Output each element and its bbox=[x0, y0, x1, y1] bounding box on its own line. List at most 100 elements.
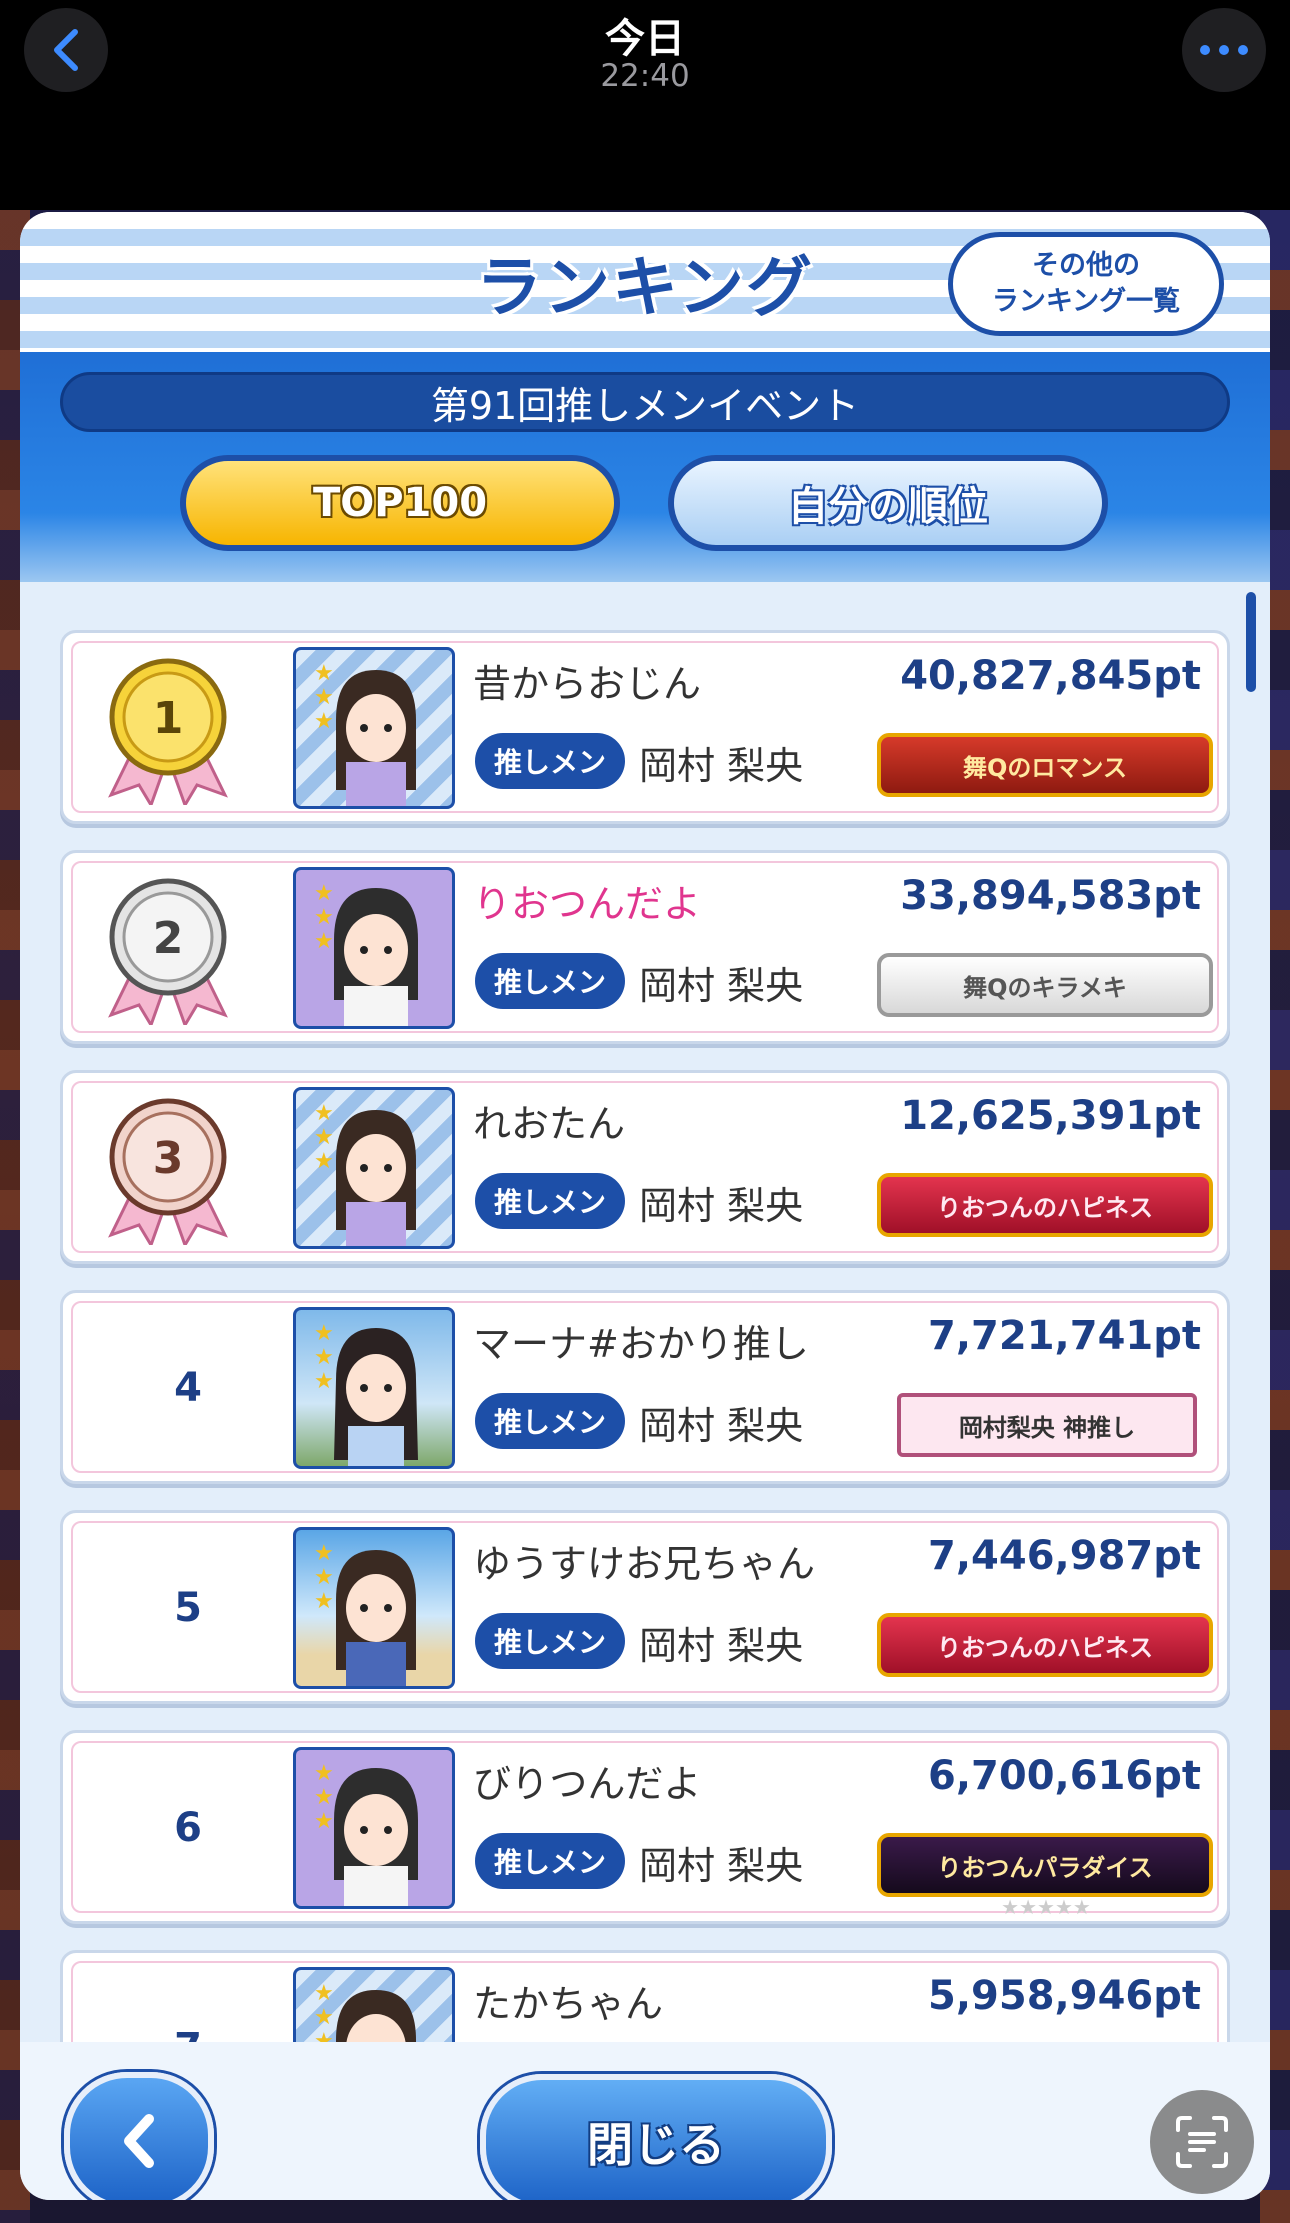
character-portrait-icon: ★★★ bbox=[314, 1101, 416, 1246]
oshimen-name: 岡村 梨央 bbox=[639, 1844, 804, 1888]
character-portrait-icon: ★★★ bbox=[314, 1761, 418, 1906]
points: 12,625,391pt bbox=[900, 1093, 1201, 1139]
svg-text:★: ★ bbox=[314, 929, 334, 954]
bronze-medal-icon: 3 bbox=[108, 1098, 228, 1245]
title-badge: りおつんのハピネス bbox=[877, 1173, 1213, 1237]
svg-text:★: ★ bbox=[314, 1589, 334, 1614]
back-button[interactable] bbox=[64, 2072, 214, 2200]
points: 33,894,583pt bbox=[900, 873, 1201, 919]
viewer-time: 22:40 bbox=[600, 58, 690, 94]
svg-text:1: 1 bbox=[153, 693, 184, 744]
svg-text:★: ★ bbox=[314, 1369, 334, 1394]
oshimen-name: 岡村 梨央 bbox=[639, 744, 804, 788]
avatar: ★ ★ ★ bbox=[293, 1087, 455, 1249]
oshimen-badge: 推しメン bbox=[475, 733, 625, 789]
ranking-row[interactable]: 3 ★ ★ ★ れおたん 12,625,391pt 推しメン 岡村 梨央 りおつんの… bbox=[60, 1070, 1230, 1264]
ranking-row[interactable]: 1 ★ ★ ★ 昔からおじん 40,827,845pt 推しメン 岡村 梨央 舞Qの… bbox=[60, 630, 1230, 824]
svg-text:★: ★ bbox=[314, 1565, 334, 1590]
list-scrollbar[interactable] bbox=[1246, 592, 1256, 692]
ranking-row[interactable]: 7 ★★★ たかちゃん 5,958,946pt bbox=[60, 1950, 1230, 2042]
avatar: ★ ★ ★ bbox=[293, 867, 455, 1029]
user-name: 昔からおじん bbox=[473, 662, 702, 706]
avatar: ★ ★ ★ bbox=[293, 647, 455, 809]
svg-text:★: ★ bbox=[314, 905, 334, 930]
rank-number: 5 bbox=[174, 1585, 202, 1631]
ranking-row[interactable]: 4 ★ ★ ★ マーナ#おかり推し 7,721,741pt 推しメン 岡村 梨央 岡… bbox=[60, 1290, 1230, 1484]
svg-text:★: ★ bbox=[314, 881, 334, 906]
oshimen-badge: 推しメン bbox=[475, 953, 625, 1009]
character-portrait-icon: ★★★ bbox=[314, 661, 416, 806]
svg-text:★: ★ bbox=[314, 1321, 334, 1346]
panel-header: ランキング その他の ランキング一覧 bbox=[20, 212, 1270, 352]
avatar: ★ ★ ★ bbox=[293, 1747, 455, 1909]
points: 7,721,741pt bbox=[928, 1313, 1201, 1359]
chevron-left-icon bbox=[124, 2114, 154, 2168]
svg-text:★: ★ bbox=[314, 1809, 334, 1834]
rank-number: 7 bbox=[103, 1953, 273, 2042]
other-rankings-line2: ランキング一覧 bbox=[991, 286, 1181, 317]
ranking-list[interactable]: 1 ★ ★ ★ 昔からおじん 40,827,845pt 推しメン 岡村 梨央 舞Qの… bbox=[20, 582, 1270, 2042]
avatar: ★ ★ ★ bbox=[293, 1967, 455, 2042]
text-scan-icon bbox=[1176, 2116, 1228, 2168]
character-portrait-icon: ★★★ bbox=[314, 1541, 416, 1686]
title-badge: 舞Qのキラメキ bbox=[877, 953, 1213, 1017]
svg-text:★: ★ bbox=[314, 1761, 334, 1786]
points: 7,446,987pt bbox=[928, 1533, 1201, 1579]
other-rankings-line1: その他の bbox=[1032, 250, 1140, 281]
ranking-row[interactable]: 6 ★ ★ ★ びりつんだよ 6,700,616pt 推しメン 岡村 梨央 りおつん… bbox=[60, 1730, 1230, 1924]
user-name: りおつんだよ bbox=[473, 882, 702, 926]
title-badge: りおつんのハピネス bbox=[877, 1613, 1213, 1677]
svg-text:★: ★ bbox=[314, 709, 334, 734]
ranking-row[interactable]: 5 ★ ★ ★ ゆうすけお兄ちゃん 7,446,987pt 推しメン 岡村 梨央 り… bbox=[60, 1510, 1230, 1704]
oshimen-badge: 推しメン bbox=[475, 1833, 625, 1889]
oshimen-badge: 推しメン bbox=[475, 1393, 625, 1449]
oshimen-badge: 推しメン bbox=[475, 1613, 625, 1669]
svg-text:★: ★ bbox=[314, 661, 334, 686]
oshimen-name: 岡村 梨央 bbox=[639, 1184, 804, 1228]
silver-medal-icon: 2 bbox=[108, 878, 228, 1025]
points: 40,827,845pt bbox=[900, 653, 1201, 699]
rank-number: 6 bbox=[174, 1805, 202, 1851]
svg-text:★: ★ bbox=[314, 1149, 334, 1174]
avatar: ★ ★ ★ bbox=[293, 1527, 455, 1689]
svg-text:★: ★ bbox=[314, 1101, 334, 1126]
oshimen-name: 岡村 梨央 bbox=[639, 964, 804, 1008]
user-name: れおたん bbox=[473, 1102, 626, 1146]
gold-medal-icon: 1 bbox=[108, 658, 228, 805]
svg-text:★: ★ bbox=[314, 685, 334, 710]
title-badge: 舞Qのロマンス bbox=[877, 733, 1213, 797]
viewer-topbar: 今日 22:40 bbox=[0, 0, 1290, 210]
character-portrait-icon: ★★★ bbox=[314, 1981, 416, 2042]
live-text-button[interactable] bbox=[1150, 2090, 1254, 2194]
close-button[interactable]: 閉じる bbox=[480, 2074, 832, 2200]
title-badge: 岡村梨央 神推し bbox=[897, 1393, 1197, 1457]
user-name: ゆうすけお兄ちゃん bbox=[473, 1542, 816, 1586]
character-portrait-icon: ★★★ bbox=[314, 1321, 418, 1466]
ranking-panel: ランキング その他の ランキング一覧 第91回推しメンイベント TOP100 自… bbox=[20, 212, 1270, 2200]
svg-text:★: ★ bbox=[314, 2029, 334, 2042]
svg-text:★: ★ bbox=[314, 1541, 334, 1566]
tab-top100[interactable]: TOP100 bbox=[180, 455, 620, 551]
tab-my-rank[interactable]: 自分の順位 bbox=[668, 455, 1108, 551]
svg-text:★: ★ bbox=[314, 1345, 334, 1370]
more-dots-icon bbox=[1200, 45, 1248, 55]
user-name: たかちゃん bbox=[473, 1982, 664, 2026]
title-stars-icon: ★★★★★ bbox=[1001, 1895, 1091, 1919]
points: 5,958,946pt bbox=[928, 1973, 1201, 2019]
svg-text:★: ★ bbox=[314, 1125, 334, 1150]
svg-text:2: 2 bbox=[153, 913, 184, 964]
viewer-title: 今日 bbox=[605, 16, 685, 62]
svg-text:3: 3 bbox=[153, 1133, 184, 1184]
oshimen-name: 岡村 梨央 bbox=[639, 1404, 804, 1448]
user-name: マーナ#おかり推し bbox=[473, 1322, 809, 1366]
svg-text:★: ★ bbox=[314, 1785, 334, 1810]
other-rankings-button[interactable]: その他の ランキング一覧 bbox=[948, 232, 1224, 336]
event-name-bar: 第91回推しメンイベント bbox=[60, 372, 1230, 432]
oshimen-name: 岡村 梨央 bbox=[639, 1624, 804, 1668]
avatar: ★ ★ ★ bbox=[293, 1307, 455, 1469]
character-portrait-icon: ★★★ bbox=[314, 881, 418, 1026]
title-badge: りおつんパラダイス bbox=[877, 1833, 1213, 1897]
svg-text:★: ★ bbox=[314, 2005, 334, 2030]
ranking-row[interactable]: 2 ★ ★ ★ りおつんだよ 33,894,583pt 推しメン 岡村 梨央 舞Qの… bbox=[60, 850, 1230, 1044]
viewer-more-button[interactable] bbox=[1182, 8, 1266, 92]
